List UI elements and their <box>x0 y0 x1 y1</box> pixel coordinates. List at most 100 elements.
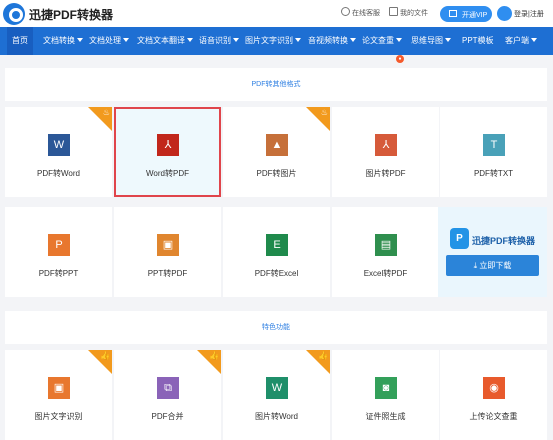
tool-image-to-pdf[interactable]: ⅄ 图片转PDF <box>332 107 439 197</box>
tool-pdf-to-ppt[interactable]: P PDF转PPT <box>5 207 112 297</box>
nav-item-client[interactable]: 客户端 <box>505 27 537 55</box>
tool-word-to-pdf[interactable]: ⅄ Word转PDF <box>114 107 221 197</box>
image-icon: ▲ <box>266 134 288 156</box>
chevron-down-icon <box>531 38 537 42</box>
ppt-pdf-icon: ▣ <box>157 234 179 256</box>
id-photo-icon: ◙ <box>375 377 397 399</box>
top-bar: 迅捷PDF转换器 在线客服 我的文件 开通VIP 登录|注册 <box>0 0 553 27</box>
tool-label: PDF转TXT <box>473 169 514 178</box>
nav-item-label: 文档文本翻译 <box>137 36 185 45</box>
tool-label: 图片转PDF <box>365 169 406 178</box>
download-ad-panel: P 迅捷PDF转换器 ⤓ 立即下载 <box>438 207 547 297</box>
tool-label: 图片文字识别 <box>34 412 83 421</box>
tool-label: PDF转Word <box>37 169 80 178</box>
online-help-link[interactable]: 在线客服 <box>352 8 380 18</box>
pdf-icon: ⅄ <box>375 134 397 156</box>
vip-crown-icon <box>449 10 457 17</box>
nav-item-label: PPT模板 <box>462 36 494 45</box>
nav-item-label: 客户端 <box>505 36 529 45</box>
nav-item-speech[interactable]: 语音识别 <box>199 27 239 55</box>
open-vip-button[interactable]: 开通VIP <box>440 6 492 22</box>
chevron-down-icon <box>295 38 301 42</box>
tool-id-photo[interactable]: ◙ 证件照生成 <box>332 350 439 440</box>
chevron-down-icon <box>445 38 451 42</box>
main-nav: 首页 文档转换 文档处理 文档文本翻译 语音识别 图片文字识别 音视频转换 论文… <box>0 27 553 63</box>
nav-item-label: 语音识别 <box>199 36 231 45</box>
tool-paper-check[interactable]: ◉ 上传论文查重 <box>440 350 547 440</box>
download-now-button[interactable]: ⤓ 立即下载 <box>446 255 539 276</box>
tool-label: 上传论文查重 <box>469 412 518 421</box>
nav-item-translate[interactable]: 文档文本翻译 <box>137 27 193 55</box>
new-badge-icon: ● <box>396 55 404 63</box>
nav-item-label: 首页 <box>12 36 28 45</box>
tool-image-ocr[interactable]: ▣ 图片文字识别 👍 <box>5 350 112 440</box>
nav-item-label: 音视频转换 <box>308 36 348 45</box>
tool-pdf-to-word[interactable]: W PDF转Word ♨ <box>5 107 112 197</box>
nav-item-ocr[interactable]: 图片文字识别 <box>245 27 301 55</box>
word-icon: W <box>266 377 288 399</box>
chevron-down-icon <box>187 38 193 42</box>
merge-icon: ⧉ <box>157 377 179 399</box>
nav-item-label: 论文查重 <box>362 36 394 45</box>
thumbs-up-icon: 👍 <box>100 351 110 360</box>
download-label: 立即下载 <box>479 261 512 270</box>
chevron-down-icon <box>396 38 402 42</box>
word-icon: W <box>48 134 70 156</box>
pdf-icon: ⅄ <box>157 134 179 156</box>
user-avatar-icon[interactable] <box>497 6 512 21</box>
excel-pdf-icon: ▤ <box>375 234 397 256</box>
nav-item-av-convert[interactable]: 音视频转换 <box>308 27 356 55</box>
ad-title: 迅捷PDF转换器 <box>472 236 536 246</box>
login-register-link[interactable]: 登录|注册 <box>514 9 544 19</box>
tool-row-1: W PDF转Word ♨ ⅄ Word转PDF ▲ PDF转图片 ♨ ⅄ 图片转… <box>5 107 547 197</box>
brand-title[interactable]: 迅捷PDF转换器 <box>29 6 113 23</box>
paper-check-icon: ◉ <box>483 377 505 399</box>
tool-image-to-word[interactable]: W 图片转Word 👍 <box>223 350 330 440</box>
section-title-pdf-convert: PDF转其他格式 <box>5 68 547 101</box>
tool-label: PDF转PPT <box>38 269 79 278</box>
nav-item-doc-convert[interactable]: 文档转换 <box>43 27 83 55</box>
nav-item-label: 文档转换 <box>43 36 75 45</box>
tool-pdf-to-txt[interactable]: T PDF转TXT <box>440 107 547 197</box>
tool-label: 证件照生成 <box>365 412 406 421</box>
nav-item-ppt-template[interactable]: PPT模板 <box>462 27 494 55</box>
app-logo-icon: P <box>450 228 469 249</box>
excel-icon: E <box>266 234 288 256</box>
tool-pdf-to-excel[interactable]: E PDF转Excel <box>223 207 330 297</box>
nav-item-home[interactable]: 首页 <box>7 27 33 55</box>
my-files-link[interactable]: 我的文件 <box>400 8 428 18</box>
chevron-down-icon <box>123 38 129 42</box>
flame-icon: ♨ <box>102 108 110 117</box>
tool-row-2: P PDF转PPT ▣ PPT转PDF E PDF转Excel ▤ Excel转… <box>5 207 547 297</box>
tool-pdf-to-image[interactable]: ▲ PDF转图片 ♨ <box>223 107 330 197</box>
chevron-down-icon <box>350 38 356 42</box>
nav-item-paper-check[interactable]: 论文查重 <box>362 27 402 55</box>
tool-ppt-to-pdf[interactable]: ▣ PPT转PDF <box>114 207 221 297</box>
nav-item-label: 图片文字识别 <box>245 36 293 45</box>
tool-label: PDF合并 <box>151 412 184 421</box>
tool-label: Excel转PDF <box>363 269 408 278</box>
tool-label: PDF转Excel <box>254 269 299 278</box>
tool-label: 图片转Word <box>255 412 298 421</box>
nav-item-doc-process[interactable]: 文档处理 <box>89 27 129 55</box>
app-logo-icon[interactable] <box>3 3 25 25</box>
headset-icon[interactable] <box>341 7 350 16</box>
nav-item-label: 文档处理 <box>89 36 121 45</box>
tool-excel-to-pdf[interactable]: ▤ Excel转PDF <box>332 207 439 297</box>
file-icon[interactable] <box>389 7 398 16</box>
thumbs-up-icon: 👍 <box>318 351 328 360</box>
tool-label: PDF转图片 <box>256 169 297 178</box>
nav-item-label: 思维导图 <box>411 36 443 45</box>
flame-icon: ♨ <box>320 108 328 117</box>
nav-item-mindmap[interactable]: 思维导图 <box>411 27 451 55</box>
tool-row-3: ▣ 图片文字识别 👍 ⧉ PDF合并 👍 W 图片转Word 👍 ◙ 证件照生成… <box>5 350 547 440</box>
ppt-icon: P <box>48 234 70 256</box>
tool-label: Word转PDF <box>146 169 189 178</box>
tool-label: PPT转PDF <box>147 269 188 278</box>
thumbs-up-icon: 👍 <box>209 351 219 360</box>
chevron-down-icon <box>233 38 239 42</box>
ocr-icon: ▣ <box>48 377 70 399</box>
tool-pdf-merge[interactable]: ⧉ PDF合并 👍 <box>114 350 221 440</box>
section-title-featured: 特色功能 <box>5 311 547 344</box>
txt-icon: T <box>483 134 505 156</box>
